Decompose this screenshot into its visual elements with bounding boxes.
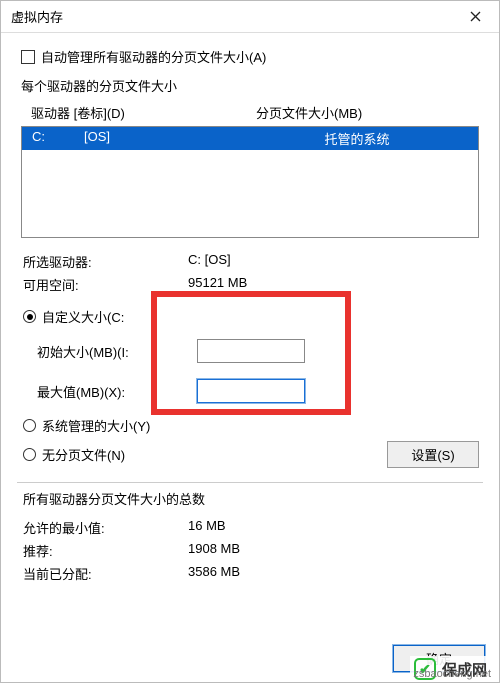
free-space-value: 95121 MB <box>188 275 483 294</box>
initial-size-input[interactable] <box>197 339 305 363</box>
max-size-input[interactable] <box>197 379 305 403</box>
no-paging-label: 无分页文件(N) <box>42 445 125 464</box>
cur-value: 3586 MB <box>188 564 483 583</box>
close-icon[interactable] <box>459 5 491 29</box>
col-drive-header: 驱动器 [卷标](D) <box>31 103 256 122</box>
custom-size-label: 自定义大小(C: <box>42 307 124 326</box>
window-title: 虚拟内存 <box>11 7 63 26</box>
watermark-url: zsbaocheng.net <box>413 668 491 680</box>
min-label: 允许的最小值: <box>23 518 188 537</box>
selected-drive-label: 所选驱动器: <box>23 252 188 271</box>
paging-value: 托管的系统 <box>254 129 470 148</box>
cur-label: 当前已分配: <box>23 564 188 583</box>
dialog-content: 自动管理所有驱动器的分页文件大小(A) 每个驱动器的分页文件大小 驱动器 [卷标… <box>1 33 499 595</box>
selected-drive-value: C: [OS] <box>188 252 483 271</box>
no-paging-radio[interactable] <box>23 448 36 461</box>
table-header: 驱动器 [卷标](D) 分页文件大小(MB) <box>17 99 483 126</box>
list-item[interactable]: C: [OS] 托管的系统 <box>22 127 478 150</box>
custom-size-radio-row[interactable]: 自定义大小(C: <box>23 302 483 331</box>
titlebar: 虚拟内存 <box>1 1 499 33</box>
rec-label: 推荐: <box>23 541 188 560</box>
set-button[interactable]: 设置(S) <box>387 441 479 468</box>
per-drive-heading: 每个驱动器的分页文件大小 <box>21 76 483 95</box>
selected-drive-info: 所选驱动器: C: [OS] 可用空间: 95121 MB <box>17 250 483 296</box>
drive-listbox[interactable]: C: [OS] 托管的系统 <box>21 126 479 238</box>
auto-manage-row[interactable]: 自动管理所有驱动器的分页文件大小(A) <box>17 47 483 66</box>
system-managed-radio[interactable] <box>23 419 36 432</box>
min-value: 16 MB <box>188 518 483 537</box>
system-managed-radio-row[interactable]: 系统管理的大小(Y) <box>23 411 483 440</box>
custom-size-inputs: 初始大小(MB)(I: 最大值(MB)(X): <box>37 331 483 411</box>
totals-heading: 所有驱动器分页文件大小的总数 <box>23 489 483 508</box>
size-mode-section: 自定义大小(C: 初始大小(MB)(I: 最大值(MB)(X): 系统管理的大小… <box>17 302 483 468</box>
col-paging-header: 分页文件大小(MB) <box>256 103 475 122</box>
custom-size-radio[interactable] <box>23 310 36 323</box>
auto-manage-checkbox[interactable] <box>21 50 35 64</box>
auto-manage-label: 自动管理所有驱动器的分页文件大小(A) <box>41 47 266 66</box>
free-space-label: 可用空间: <box>23 275 188 294</box>
drive-letter: C: <box>32 129 84 148</box>
initial-size-label: 初始大小(MB)(I: <box>37 342 197 361</box>
max-size-label: 最大值(MB)(X): <box>37 382 197 401</box>
totals-block: 允许的最小值: 16 MB 推荐: 1908 MB 当前已分配: 3586 MB <box>17 516 483 585</box>
volume-label: [OS] <box>84 129 254 148</box>
system-managed-label: 系统管理的大小(Y) <box>42 416 150 435</box>
rec-value: 1908 MB <box>188 541 483 560</box>
divider <box>17 482 483 483</box>
